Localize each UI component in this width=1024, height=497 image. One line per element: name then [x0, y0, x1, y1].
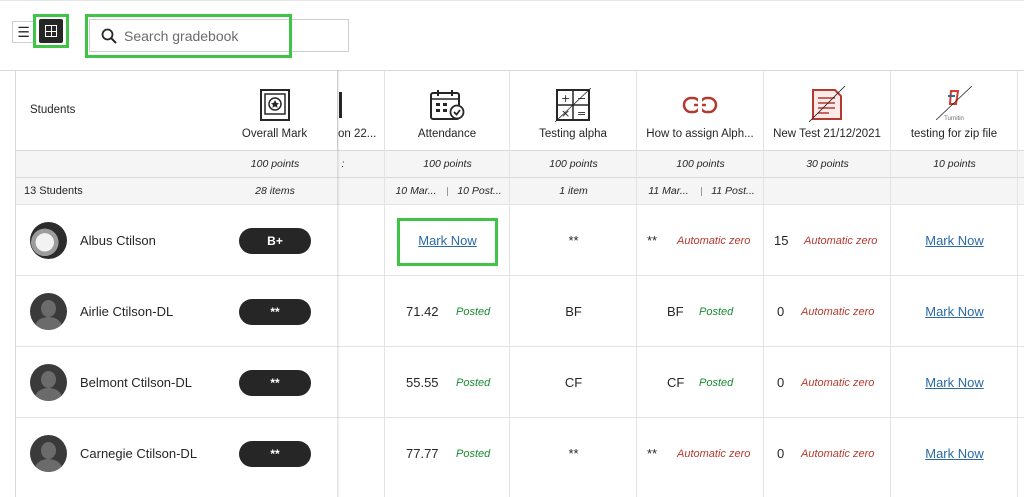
grade-cell[interactable]: ** — [647, 418, 667, 489]
testing-alpha-items: 1 item — [559, 184, 588, 197]
mark-now-link[interactable]: Mark Now — [418, 233, 477, 248]
how-to-posted-count: 11 Post... — [711, 184, 755, 197]
mark-now-link[interactable]: Mark Now — [925, 304, 984, 319]
column-divider — [509, 150, 510, 497]
column-divider — [1017, 70, 1018, 497]
list-view-icon[interactable]: ☰ — [12, 21, 34, 43]
top-divider — [0, 0, 1024, 1]
link-icon — [682, 96, 718, 114]
overall-items: 28 items — [255, 184, 295, 197]
grid-view-button[interactable] — [33, 14, 69, 48]
column-divider — [890, 150, 891, 497]
search-input[interactable] — [124, 24, 334, 48]
attendance-points: 100 points — [423, 157, 472, 170]
overall-mark-icon — [259, 89, 290, 121]
automatic-zero-status: Automatic zero — [801, 305, 875, 318]
grade-cell[interactable]: CF — [510, 347, 637, 418]
grade-cell[interactable]: 55.55 — [406, 347, 446, 418]
overall-mark-pill[interactable]: ** — [239, 299, 311, 325]
avatar — [30, 222, 67, 259]
column-divider — [636, 150, 637, 497]
automatic-zero-status: Automatic zero — [804, 234, 878, 247]
column-header-testing-alpha[interactable]: + − × = Testing alpha — [510, 70, 637, 150]
grade-cell[interactable]: BF — [667, 276, 689, 347]
student-name[interactable]: Airlie Ctilson-DL — [80, 276, 173, 347]
column-header-partial[interactable]: on 22... — [338, 70, 385, 150]
column-header-students[interactable]: Students — [16, 70, 212, 150]
attendance-marked-count: 10 Mar... — [395, 184, 437, 197]
student-name[interactable]: Albus Ctilson — [80, 205, 156, 276]
search-box — [89, 19, 349, 52]
posted-status: Posted — [456, 376, 491, 389]
avatar — [30, 435, 67, 472]
column-divider — [763, 150, 764, 497]
overall-mark-pill[interactable]: ** — [239, 370, 311, 396]
avatar — [30, 293, 67, 330]
calculator-test-icon: + − × = — [555, 88, 591, 122]
calendar-check-icon — [430, 90, 465, 120]
overall-mark-pill[interactable]: ** — [239, 441, 311, 467]
overall-mark-pill[interactable]: B+ — [239, 228, 311, 254]
summary-split-divider — [701, 187, 702, 196]
how-to-marked-count: 11 Mar... — [648, 184, 689, 197]
posted-status: Posted — [699, 376, 734, 389]
column-divider — [384, 150, 385, 497]
svg-text:+: + — [561, 92, 570, 105]
how-to-points: 100 points — [676, 157, 725, 170]
new-test-points: 30 points — [806, 157, 849, 170]
grade-cell[interactable]: 0 — [777, 276, 791, 347]
attendance-posted-count: 10 Post... — [457, 184, 502, 197]
turnitin-logo-text: Turnitin — [944, 116, 964, 122]
table-row: Albus Ctilson B+ Mark Now ** ** Automati… — [16, 204, 1024, 275]
mark-now-link[interactable]: Mark Now — [925, 233, 984, 248]
student-name[interactable]: Carnegie Ctilson-DL — [80, 418, 197, 489]
grade-cell[interactable]: ** — [510, 205, 637, 276]
avatar — [30, 364, 67, 401]
summary-split-divider — [447, 187, 448, 196]
grid-view-icon — [39, 19, 63, 43]
table-row: Belmont Ctilson-DL ** 55.55 Posted CF CF… — [16, 346, 1024, 417]
table-row: Carnegie Ctilson-DL ** 77.77 Posted ** *… — [16, 417, 1024, 488]
automatic-zero-status: Automatic zero — [801, 376, 875, 389]
mark-now-link[interactable]: Mark Now — [925, 446, 984, 461]
view-toggle: ☰ — [12, 20, 34, 44]
automatic-zero-status: Automatic zero — [677, 234, 751, 247]
column-header-overall-mark[interactable]: Overall Mark — [212, 70, 338, 150]
student-count: 13 Students — [24, 184, 83, 197]
column-header-how-to-assign[interactable]: How to assign Alph... — [637, 70, 764, 150]
frozen-column-shadow — [337, 70, 340, 497]
testing-alpha-points: 100 points — [549, 157, 598, 170]
grade-cell[interactable]: 0 — [777, 418, 791, 489]
automatic-zero-status: Automatic zero — [677, 447, 751, 460]
mark-now-link[interactable]: Mark Now — [925, 375, 984, 390]
grade-cell[interactable]: CF — [667, 347, 689, 418]
column-header-zip-file[interactable]: Turnitin testing for zip file — [891, 70, 1018, 150]
student-name[interactable]: Belmont Ctilson-DL — [80, 347, 192, 418]
grade-cell[interactable]: 0 — [777, 347, 791, 418]
column-header-new-test[interactable]: New Test 21/12/2021 — [764, 70, 891, 150]
grade-cell[interactable]: ** — [510, 418, 637, 489]
zip-points: 10 points — [933, 157, 976, 170]
grade-cell[interactable]: ** — [647, 205, 667, 276]
column-header-attendance[interactable]: Attendance — [385, 70, 510, 150]
grade-cell[interactable]: 71.42 — [406, 276, 446, 347]
posted-status: Posted — [456, 305, 491, 318]
svg-text:=: = — [577, 107, 586, 120]
test-sheet-icon — [809, 86, 845, 122]
turnitin-icon — [936, 86, 972, 120]
overall-points: 100 points — [250, 157, 300, 170]
table-row: Airlie Ctilson-DL ** 71.42 Posted BF BF … — [16, 275, 1024, 346]
posted-status: Posted — [456, 447, 491, 460]
grade-cell[interactable]: BF — [510, 276, 637, 347]
automatic-zero-status: Automatic zero — [801, 447, 875, 460]
search-icon — [101, 28, 117, 44]
posted-status: Posted — [699, 305, 734, 318]
grade-cell[interactable]: 77.77 — [406, 418, 446, 489]
grade-cell[interactable]: 15 — [774, 205, 796, 276]
